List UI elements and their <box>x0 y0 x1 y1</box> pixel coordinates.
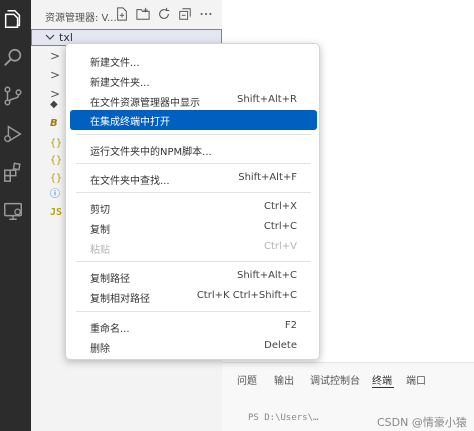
run-debug-icon[interactable] <box>2 123 24 145</box>
context-menu: 新建文件... 新建文件夹... 在文件资源管理器中显示 Shift+Alt+R 在集成… <box>65 43 320 360</box>
refresh-icon[interactable] <box>157 7 171 21</box>
menu-item-shortcut: Ctrl+K Ctrl+Shift+C <box>196 290 297 301</box>
menu-item-shortcut: Ctrl+V <box>263 241 297 252</box>
explorer-icon[interactable] <box>2 8 24 30</box>
menu-item-shortcut: Shift+Alt+F <box>238 172 297 183</box>
menu-item-shortcut: Shift+Alt+R <box>237 94 297 105</box>
menu-item-copy-relative-path[interactable]: 复制相对路径 Ctrl+K Ctrl+Shift+C <box>70 287 317 307</box>
remote-explorer-icon[interactable] <box>2 200 24 222</box>
json-file-icon: {} <box>50 155 63 166</box>
menu-item-label: 在文件资源管理器中显示 <box>90 98 200 109</box>
chevron-right-icon: > <box>50 68 61 82</box>
new-file-icon[interactable] <box>115 7 129 21</box>
menu-item-shortcut: Ctrl+C <box>263 221 297 232</box>
menu-item-run-npm-script[interactable]: 运行文件夹中的NPM脚本... <box>70 140 317 160</box>
terminal-line: PS D:\Users\… <box>248 413 319 423</box>
tab-terminal[interactable]: 终端 <box>372 372 392 387</box>
menu-item-label: 剪切 <box>90 205 110 216</box>
menu-separator <box>76 261 311 262</box>
tab-problems[interactable]: 问题 <box>237 372 257 387</box>
tab-debug-console[interactable]: 调试控制台 <box>310 372 360 387</box>
explorer-header: 资源管理器: V... <box>31 0 222 30</box>
menu-item-paste: 粘贴 Ctrl+V <box>70 238 317 258</box>
menu-item-shortcut: Ctrl+X <box>263 201 297 212</box>
chevron-down-icon <box>45 34 55 40</box>
collapse-all-icon[interactable] <box>178 7 192 21</box>
watermark: CSDN @情豪小猿 <box>377 416 467 429</box>
json-file-icon: {} <box>50 173 63 184</box>
menu-separator <box>76 134 311 135</box>
explorer-title: 资源管理器: V... <box>45 13 117 24</box>
config-file-icon: ◆ <box>50 99 58 110</box>
menu-item-label: 复制路径 <box>90 274 130 285</box>
search-icon[interactable] <box>2 47 24 69</box>
js-file-icon: JS <box>50 207 63 218</box>
menu-item-label: 在集成终端中打开 <box>90 117 170 128</box>
menu-separator <box>76 163 311 164</box>
menu-item-shortcut: F2 <box>284 320 297 331</box>
menu-item-cut[interactable]: 剪切 Ctrl+X <box>70 198 317 218</box>
menu-item-label: 删除 <box>90 344 110 355</box>
menu-separator <box>76 311 311 312</box>
menu-item-reveal-in-explorer[interactable]: 在文件资源管理器中显示 Shift+Alt+R <box>70 91 317 111</box>
menu-item-new-folder[interactable]: 新建文件夹... <box>70 71 317 91</box>
menu-item-label: 新建文件... <box>90 58 140 69</box>
babel-file-icon: B <box>50 118 58 129</box>
menu-item-label: 复制相对路径 <box>90 294 150 305</box>
activity-bar <box>0 0 31 431</box>
menu-item-shortcut: Shift+Alt+C <box>236 270 297 281</box>
menu-item-label: 新建文件夹... <box>90 78 150 89</box>
json-file-icon: {} <box>50 138 63 149</box>
menu-item-new-file[interactable]: 新建文件... <box>70 51 317 71</box>
menu-separator <box>76 192 311 193</box>
tab-ports[interactable]: 端口 <box>406 372 426 387</box>
menu-item-find-in-folder[interactable]: 在文件夹中查找... Shift+Alt+F <box>70 169 317 189</box>
menu-item-shortcut: Delete <box>264 340 297 351</box>
menu-item-label: 复制 <box>90 225 110 236</box>
extensions-icon[interactable] <box>2 161 24 183</box>
menu-item-copy[interactable]: 复制 Ctrl+C <box>70 218 317 238</box>
chevron-right-icon: > <box>50 49 61 63</box>
menu-item-label: 运行文件夹中的NPM脚本... <box>90 147 212 158</box>
menu-item-label: 在文件夹中查找... <box>90 176 170 187</box>
menu-item-rename[interactable]: 重命名... F2 <box>70 317 317 337</box>
menu-item-label: 重命名... <box>90 324 130 335</box>
menu-item-open-in-terminal[interactable]: 在集成终端中打开 <box>70 110 317 130</box>
more-actions-icon[interactable] <box>199 7 213 21</box>
menu-item-copy-path[interactable]: 复制路径 Shift+Alt+C <box>70 267 317 287</box>
source-control-icon[interactable] <box>2 85 24 107</box>
new-folder-icon[interactable] <box>136 7 150 21</box>
info-file-icon: ⓘ <box>50 189 60 200</box>
active-tab-indicator <box>372 387 394 388</box>
tab-output[interactable]: 输出 <box>274 372 294 387</box>
menu-item-label: 粘贴 <box>90 245 110 256</box>
menu-item-delete[interactable]: 删除 Delete <box>70 337 317 357</box>
